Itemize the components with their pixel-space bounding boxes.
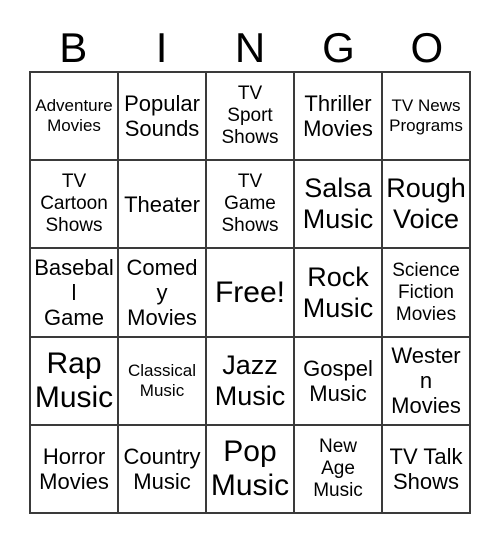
bingo-cell-g4[interactable]: Gospel Music <box>295 337 383 426</box>
bingo-cell-label: TV News Programs <box>389 96 463 136</box>
bingo-cell-label: TV Sport Shows <box>221 83 279 149</box>
bingo-cell-label: Science Fiction Movies <box>392 259 460 325</box>
bingo-row: Adventure Movies Popular Sounds TV Sport… <box>31 73 471 162</box>
bingo-cell-label: Jazz Music <box>214 349 286 411</box>
bingo-cell-label: TV Cartoon Shows <box>40 171 108 237</box>
bingo-cell-g2[interactable]: Salsa Music <box>295 161 383 250</box>
header-letter-n: N <box>234 24 266 71</box>
bingo-cell-n2[interactable]: TV Game Shows <box>207 161 295 250</box>
bingo-cell-o3[interactable]: Science Fiction Movies <box>383 249 471 338</box>
bingo-cell-n4[interactable]: Jazz Music <box>207 337 295 426</box>
header-letter-o: O <box>410 24 444 71</box>
bingo-cell-g5[interactable]: New Age Music <box>295 425 383 515</box>
bingo-cell-o1[interactable]: TV News Programs <box>383 73 471 162</box>
bingo-cell-i4[interactable]: Classical Music <box>119 337 207 426</box>
bingo-cell-label: TV Game Shows <box>221 171 279 237</box>
bingo-cell-n5[interactable]: Pop Music <box>207 425 295 515</box>
header-letter-i: I <box>155 24 168 71</box>
bingo-cell-label: Western Movies <box>391 343 461 419</box>
bingo-cell-label: Rock Music <box>302 261 374 323</box>
bingo-cell-label: Rough Voice <box>386 173 466 235</box>
bingo-cell-label: Rap Music <box>34 346 114 414</box>
bingo-cell-o4[interactable]: Western Movies <box>383 337 471 426</box>
bingo-cell-b2[interactable]: TV Cartoon Shows <box>31 161 119 250</box>
bingo-header: B I N G O <box>29 14 471 71</box>
bingo-cell-label: Salsa Music <box>302 173 374 235</box>
bingo-grid: Adventure Movies Popular Sounds TV Sport… <box>29 71 471 515</box>
bingo-cell-n1[interactable]: TV Sport Shows <box>207 73 295 162</box>
bingo-cell-label: Adventure Movies <box>35 96 113 136</box>
bingo-cell-label: Theater <box>124 191 200 217</box>
bingo-cell-g3[interactable]: Rock Music <box>295 249 383 338</box>
bingo-cell-label: Pop Music <box>210 434 290 502</box>
bingo-cell-label: Classical Music <box>127 360 197 400</box>
bingo-cell-b3[interactable]: Baseball Game <box>31 249 119 338</box>
bingo-cell-label: Horror Movies <box>39 443 109 494</box>
header-letter-b: B <box>59 24 88 71</box>
bingo-cell-o2[interactable]: Rough Voice <box>383 161 471 250</box>
bingo-cell-label: Comedy Movies <box>126 255 198 330</box>
bingo-cell-label: Baseball Game <box>34 255 114 330</box>
free-space-label: Free! <box>214 275 286 309</box>
bingo-cell-b5[interactable]: Horror Movies <box>31 425 119 515</box>
bingo-cell-b1[interactable]: Adventure Movies <box>31 73 119 162</box>
bingo-cell-o5[interactable]: TV Talk Shows <box>383 425 471 515</box>
bingo-cell-label: TV Talk Shows <box>389 443 463 494</box>
bingo-cell-i3[interactable]: Comedy Movies <box>119 249 207 338</box>
bingo-cell-label: Gospel Music <box>303 355 373 406</box>
bingo-cell-label: Thriller Movies <box>303 91 373 142</box>
bingo-row: Baseball Game Comedy Movies Free! Rock M… <box>31 249 471 338</box>
bingo-row: TV Cartoon Shows Theater TV Game Shows S… <box>31 161 471 250</box>
bingo-cell-label: New Age Music <box>313 435 363 501</box>
bingo-cell-label: Country Music <box>123 443 201 494</box>
bingo-cell-i1[interactable]: Popular Sounds <box>119 73 207 162</box>
bingo-cell-g1[interactable]: Thriller Movies <box>295 73 383 162</box>
header-letter-g: G <box>322 24 355 71</box>
bingo-cell-free-space[interactable]: Free! <box>207 249 295 338</box>
bingo-row: Rap Music Classical Music Jazz Music Gos… <box>31 337 471 426</box>
bingo-cell-label: Popular Sounds <box>124 91 200 142</box>
bingo-cell-b4[interactable]: Rap Music <box>31 337 119 426</box>
bingo-row: Horror Movies Country Music Pop Music Ne… <box>31 425 471 515</box>
bingo-cell-i5[interactable]: Country Music <box>119 425 207 515</box>
bingo-cell-i2[interactable]: Theater <box>119 161 207 250</box>
bingo-card: B I N G O Adventure Movies Popular Sound… <box>0 0 500 544</box>
